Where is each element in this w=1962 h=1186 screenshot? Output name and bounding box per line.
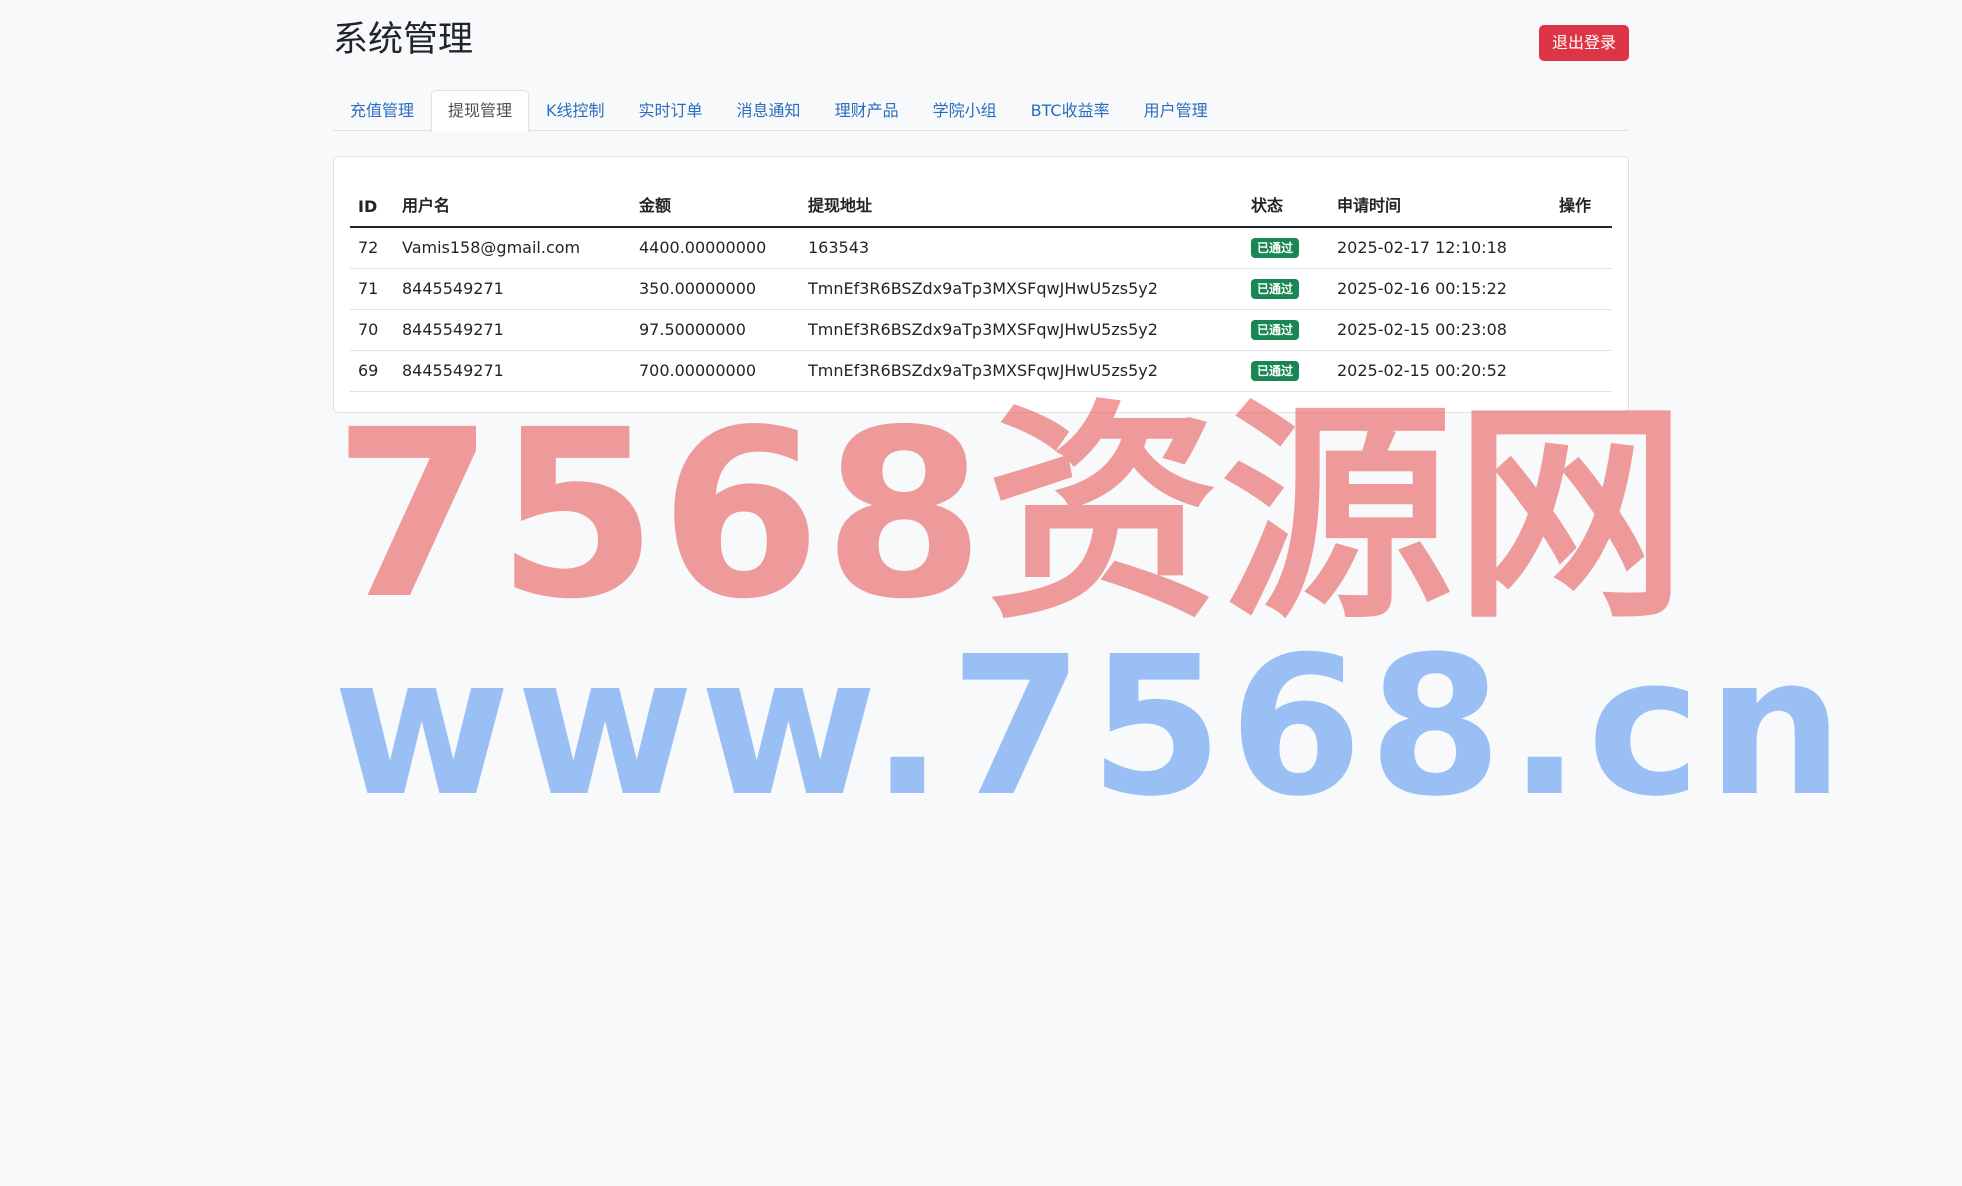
tab-withdrawal-management[interactable]: 提现管理 [431,90,530,132]
cell-amount: 700.00000000 [631,350,800,392]
table-row: 71 8445549271 350.00000000 TmnEf3R6BSZdx… [350,268,1612,310]
watermark-site-name: 7568资源网 [333,380,1689,650]
withdrawals-card: ID 用户名 金额 提现地址 状态 申请时间 操作 72 Vamis158@gm… [333,156,1629,413]
column-header-amount: 金额 [631,173,800,228]
tab-kline-control[interactable]: K线控制 [529,90,622,131]
status-badge: 已通过 [1251,361,1300,381]
column-header-actions: 操作 [1551,173,1612,228]
main-container: 系统管理 退出登录 充值管理 提现管理 K线控制 实时订单 消息通知 理财产品 … [333,0,1629,413]
cell-id: 72 [350,227,394,269]
watermark-site-url: www.7568.cn [333,616,1850,839]
cell-status: 已通过 [1243,309,1329,351]
status-badge: 已通过 [1251,238,1300,259]
tab-financial-products[interactable]: 理财产品 [818,90,916,131]
cell-address: TmnEf3R6BSZdx9aTp3MXSFqwJHwU5zs5y2 [800,309,1243,351]
tab-user-management[interactable]: 用户管理 [1127,90,1225,131]
cell-username: 8445549271 [394,309,631,351]
table-row: 72 Vamis158@gmail.com 4400.00000000 1635… [350,227,1612,269]
page-header: 系统管理 退出登录 [333,0,1629,90]
cell-username: Vamis158@gmail.com [394,227,631,269]
cell-username: 8445549271 [394,350,631,392]
table-row: 70 8445549271 97.50000000 TmnEf3R6BSZdx9… [350,309,1612,351]
table-row: 69 8445549271 700.00000000 TmnEf3R6BSZdx… [350,350,1612,392]
status-badge: 已通过 [1251,320,1300,340]
cell-address: TmnEf3R6BSZdx9aTp3MXSFqwJHwU5zs5y2 [800,268,1243,310]
table-header-row: ID 用户名 金额 提现地址 状态 申请时间 操作 [350,173,1612,228]
nav-tabs: 充值管理 提现管理 K线控制 实时订单 消息通知 理财产品 学院小组 BTC收益… [333,90,1629,132]
tab-academy-groups[interactable]: 学院小组 [916,90,1014,131]
cell-address: TmnEf3R6BSZdx9aTp3MXSFqwJHwU5zs5y2 [800,350,1243,392]
cell-status: 已通过 [1243,350,1329,392]
column-header-id: ID [350,173,394,228]
cell-actions [1551,268,1612,310]
page-title: 系统管理 [333,20,474,60]
tab-message-notifications[interactable]: 消息通知 [720,90,818,131]
cell-time: 2025-02-16 00:15:22 [1329,268,1551,310]
cell-id: 70 [350,309,394,351]
cell-id: 69 [350,350,394,392]
cell-time: 2025-02-15 00:23:08 [1329,309,1551,351]
cell-time: 2025-02-17 12:10:18 [1329,227,1551,269]
cell-actions [1551,350,1612,392]
tab-btc-yield[interactable]: BTC收益率 [1014,90,1127,131]
column-header-time: 申请时间 [1329,173,1551,228]
cell-status: 已通过 [1243,227,1329,269]
cell-amount: 97.50000000 [631,309,800,351]
cell-address: 163543 [800,227,1243,269]
cell-time: 2025-02-15 00:20:52 [1329,350,1551,392]
column-header-address: 提现地址 [800,173,1243,228]
cell-actions [1551,309,1612,351]
column-header-username: 用户名 [394,173,631,228]
cell-amount: 4400.00000000 [631,227,800,269]
column-header-status: 状态 [1243,173,1329,228]
cell-username: 8445549271 [394,268,631,310]
status-badge: 已通过 [1251,279,1300,299]
tab-realtime-orders[interactable]: 实时订单 [622,90,720,131]
withdrawals-table: ID 用户名 金额 提现地址 状态 申请时间 操作 72 Vamis158@gm… [350,173,1612,392]
cell-actions [1551,227,1612,269]
cell-status: 已通过 [1243,268,1329,310]
tab-recharge-management[interactable]: 充值管理 [333,90,431,131]
cell-amount: 350.00000000 [631,268,800,310]
logout-button[interactable]: 退出登录 [1539,25,1629,61]
cell-id: 71 [350,268,394,310]
